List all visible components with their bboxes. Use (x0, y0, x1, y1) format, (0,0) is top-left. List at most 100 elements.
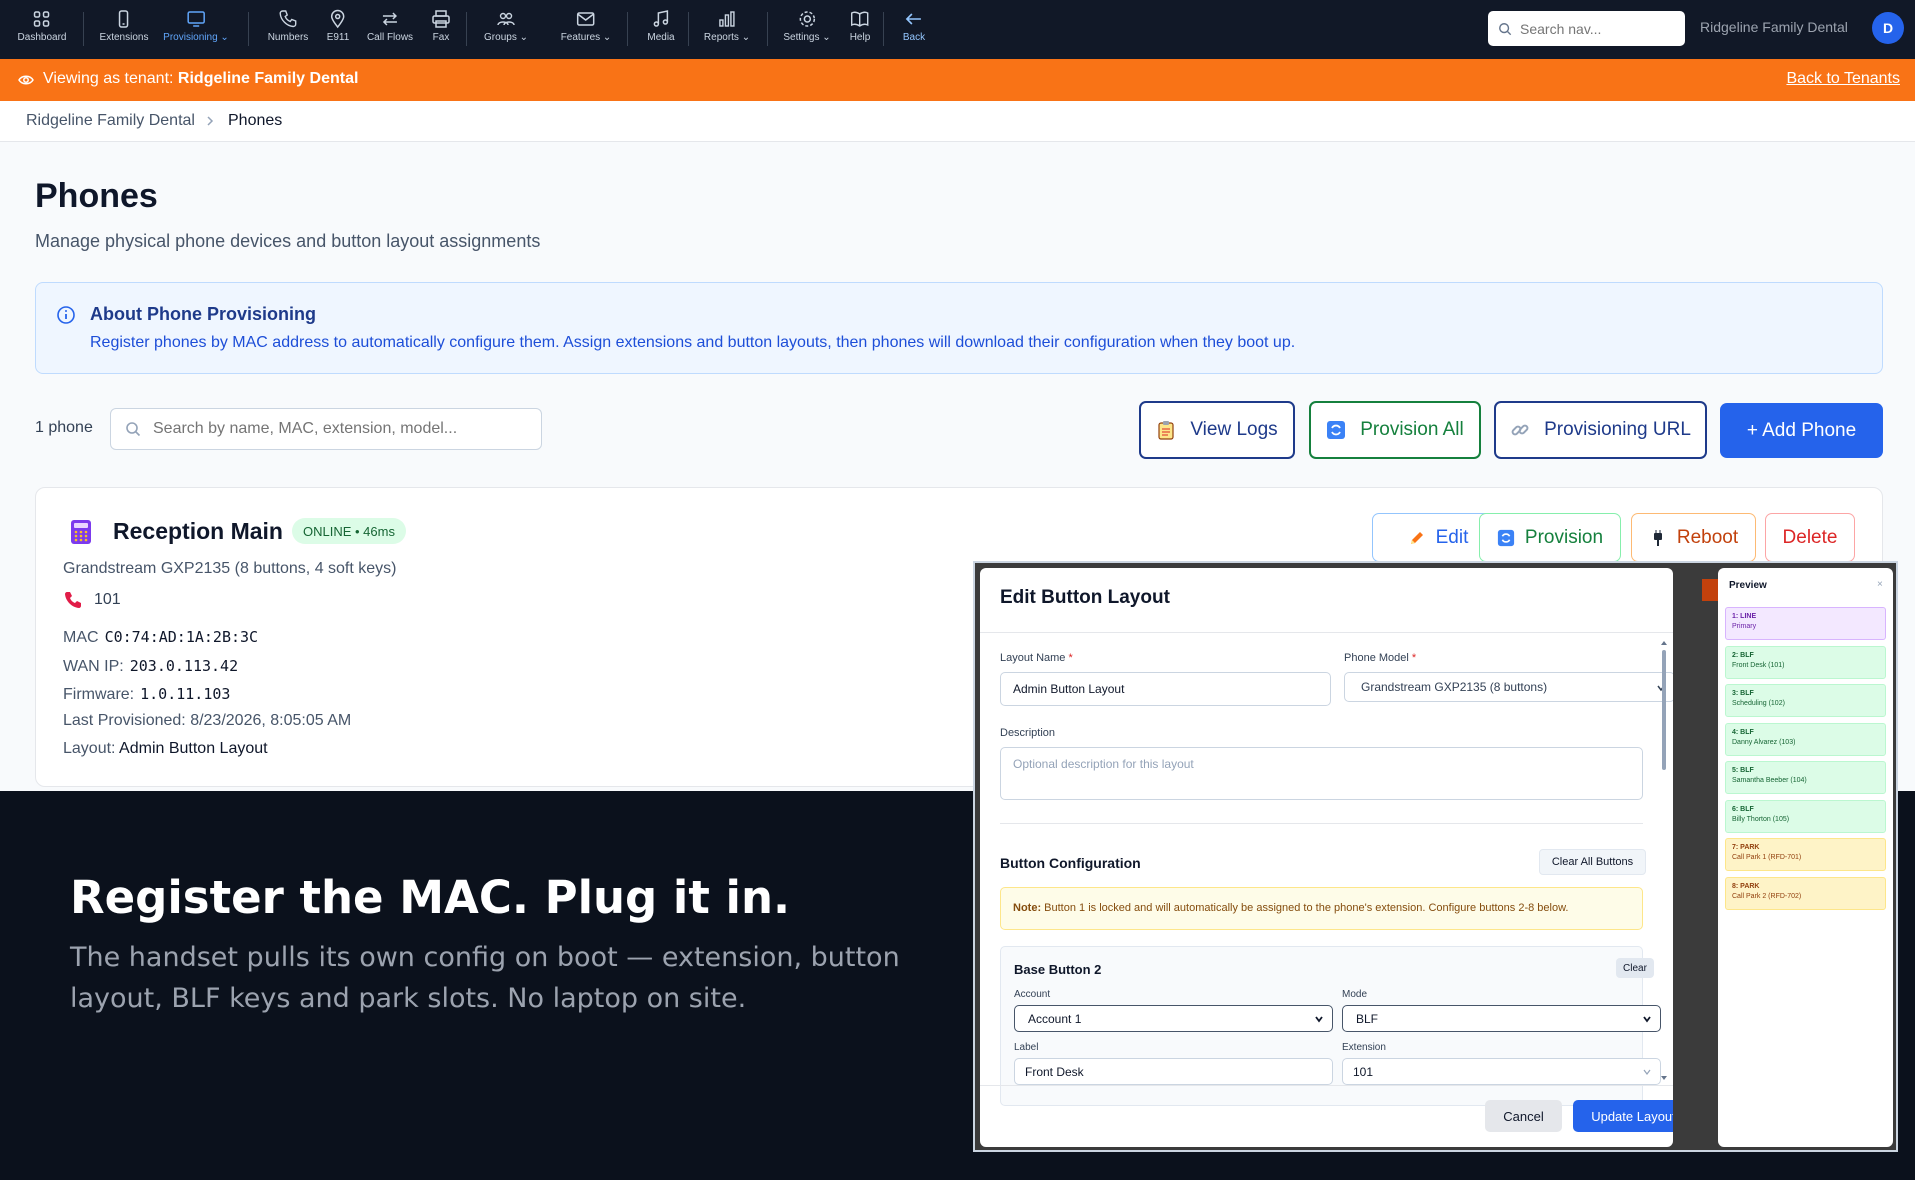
clipboard-icon (1158, 421, 1174, 440)
nav-separator (248, 12, 249, 46)
phone-search[interactable] (110, 408, 542, 450)
mode-select[interactable]: BLF (1342, 1005, 1661, 1032)
layout-name-label-text: Layout Name (1000, 652, 1066, 664)
button-config-title: Button Configuration (1000, 855, 1141, 871)
mode-value: BLF (1356, 1011, 1379, 1026)
search-icon (126, 422, 141, 437)
link-icon (1511, 424, 1529, 436)
nav-item-numbers[interactable]: Numbers (268, 9, 308, 43)
nav-label: Fax (432, 32, 450, 43)
provisioned-value: 8/23/2026, 8:05:05 AM (190, 712, 352, 729)
clear-all-buttons-button[interactable]: Clear All Buttons (1539, 849, 1646, 875)
chevron-down-icon (1315, 1016, 1323, 1023)
nav-separator (466, 12, 467, 46)
arrow-left-icon (905, 13, 921, 25)
required-mark: * (1068, 652, 1073, 664)
pencil-icon (1410, 531, 1423, 544)
phone-icon (279, 10, 297, 28)
nav-item-call-flows[interactable]: Call Flows (367, 9, 413, 43)
provision-button[interactable]: Provision (1479, 513, 1621, 562)
nav-item-settings[interactable]: Settings ⌄ (783, 9, 831, 43)
layout-value: Admin Button Layout (119, 740, 268, 757)
nav-item-fax[interactable]: Fax (431, 9, 451, 43)
info-title: About Phone Provisioning (90, 304, 316, 324)
preview-key-detail: Primary (1732, 623, 1757, 630)
base-button-clear-button[interactable]: Clear (1616, 958, 1654, 978)
account-value: Account 1 (1028, 1011, 1082, 1026)
view-logs-label: View Logs (1190, 419, 1278, 440)
nav-item-features[interactable]: Features ⌄ (561, 9, 611, 43)
preview-key: 1: LINE Primary (1725, 607, 1886, 640)
phone-search-input[interactable] (153, 420, 533, 438)
view-logs-button[interactable]: View Logs (1139, 401, 1295, 459)
preview-key-detail: Billy Thorton (105) (1732, 815, 1790, 823)
description-field[interactable]: Optional description for this layout (1000, 747, 1643, 800)
extension-select[interactable]: 101 (1342, 1058, 1661, 1085)
preview-key-label: 8: PARK (1732, 882, 1760, 890)
extension-label: Extension (1342, 1042, 1386, 1053)
preview-key-detail: Call Park 2 (RFD-702) (1732, 892, 1802, 900)
mac-value: C0:74:AD:1A:2B:3C (104, 628, 259, 646)
nav-label: Settings ⌄ (783, 32, 831, 43)
eye-icon (18, 75, 34, 85)
account-select[interactable]: Account 1 (1014, 1005, 1333, 1032)
preview-key-label: 4: BLF (1732, 728, 1754, 736)
note-label: Note: (1013, 902, 1042, 914)
note-text: Button 1 is locked and will automaticall… (1044, 902, 1569, 914)
provisioning-url-button[interactable]: Provisioning URL (1494, 401, 1707, 459)
add-phone-button[interactable]: + Add Phone (1720, 403, 1883, 458)
nav-item-help[interactable]: Help (849, 9, 871, 43)
layout-row: Layout: Admin Button Layout (63, 740, 268, 758)
delete-button[interactable]: Delete (1765, 513, 1855, 562)
nav-label: Extensions (99, 32, 149, 43)
banner-tenant: Ridgeline Family Dental (177, 70, 359, 87)
nav-search[interactable] (1488, 11, 1685, 46)
music-icon (653, 10, 668, 27)
mail-icon (577, 12, 595, 26)
nav-item-extensions[interactable]: Extensions (99, 9, 149, 43)
inset-screenshot: Edit Button Layout Layout Name * Admin B… (973, 561, 1898, 1152)
cancel-button[interactable]: Cancel (1485, 1100, 1562, 1132)
label-field[interactable]: Front Desk (1014, 1058, 1333, 1085)
mac-label: MAC (63, 629, 99, 646)
nav-item-e911[interactable]: E911 (327, 9, 349, 43)
back-to-tenants-link[interactable]: Back to Tenants (1786, 70, 1900, 88)
nav-item-reports[interactable]: Reports ⌄ (704, 9, 750, 43)
info-text: Register phones by MAC address to automa… (90, 334, 1296, 351)
divider (980, 1085, 1673, 1086)
gear-icon (799, 11, 815, 27)
avatar[interactable]: D (1872, 12, 1904, 44)
hero-body: The handset pulls its own config on boot… (70, 942, 900, 1014)
reboot-label: Reboot (1676, 526, 1739, 548)
nav-item-back[interactable]: Back (903, 9, 925, 43)
provisioning-url-label: Provisioning URL (1544, 419, 1691, 440)
layout-name-field[interactable]: Admin Button Layout (1000, 672, 1331, 706)
chevron-down-icon (1643, 1069, 1651, 1075)
base-button-title: Base Button 2 (1014, 962, 1102, 977)
breadcrumb-parent[interactable]: Ridgeline Family Dental (26, 112, 195, 130)
nav-label: Help (849, 32, 871, 43)
nav-item-provisioning[interactable]: Provisioning ⌄ (163, 9, 229, 43)
nav-separator (83, 12, 84, 46)
divider (980, 632, 1673, 633)
provision-label: Provision (1524, 526, 1604, 548)
layout-label: Layout: (63, 740, 116, 757)
nav-item-dashboard[interactable]: Dashboard (18, 9, 66, 43)
nav-item-groups[interactable]: Groups ⌄ (484, 9, 528, 43)
modal-scrollbar[interactable] (1659, 638, 1669, 1083)
nav-item-media[interactable]: Media (647, 9, 675, 43)
reboot-button[interactable]: Reboot (1631, 513, 1756, 562)
nav-separator (688, 12, 689, 46)
nav-search-input[interactable] (1520, 20, 1670, 37)
extension-value: 101 (1353, 1064, 1374, 1079)
preview-key-detail: Scheduling (102) (1732, 700, 1785, 707)
locked-button-note: Note: Button 1 is locked and will automa… (1000, 887, 1643, 930)
update-layout-button[interactable]: Update Layout (1573, 1100, 1673, 1132)
tenant-banner: Viewing as tenant: Ridgeline Family Dent… (0, 59, 1915, 101)
phone-model-select[interactable]: Grandstream GXP2135 (8 buttons) (1344, 672, 1673, 702)
close-icon[interactable]: × (1877, 579, 1883, 590)
provision-all-button[interactable]: Provision All (1309, 401, 1481, 459)
preview-key-detail: Danny Alvarez (103) (1732, 738, 1796, 746)
preview-key: 5: BLF Samantha Beeber (104) (1725, 761, 1886, 794)
nav-separator (883, 12, 884, 46)
